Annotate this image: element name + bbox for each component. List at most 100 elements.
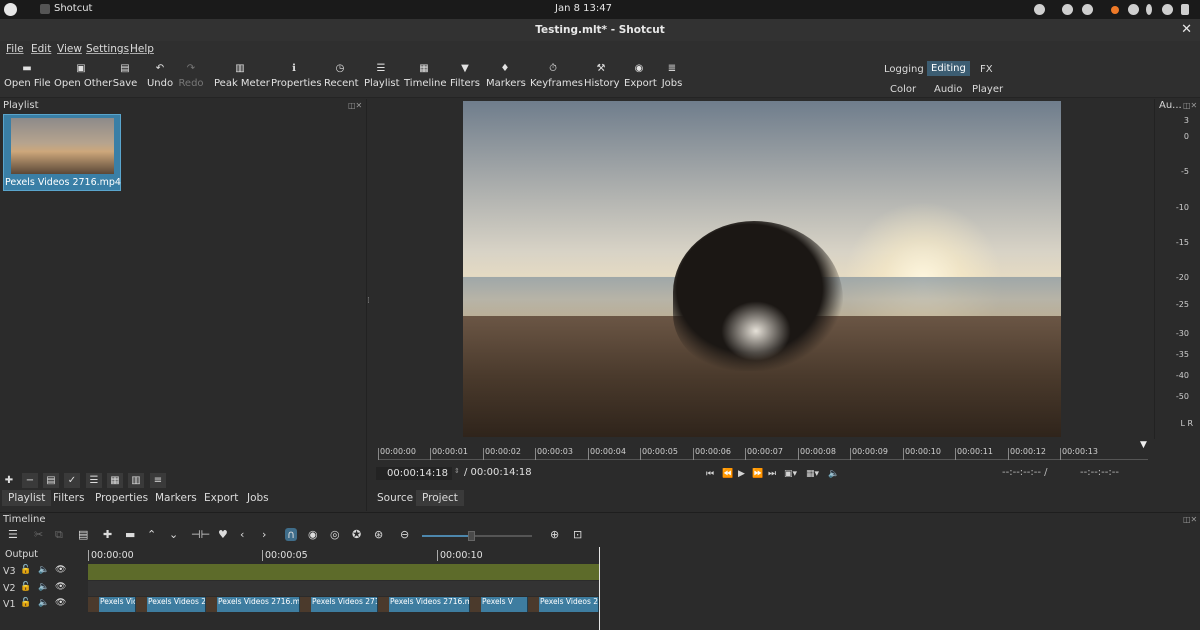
timeline-clip[interactable]: Pexels Vide	[88, 597, 136, 612]
tab-jobs[interactable]: Jobs	[241, 490, 275, 506]
ripple-icon[interactable]: ◎	[330, 528, 340, 541]
app-name[interactable]: Shotcut	[54, 3, 92, 14]
lock-icon[interactable]: 🔓	[20, 582, 31, 592]
cut-icon[interactable]: ✂	[34, 528, 43, 541]
icons-view-icon[interactable]: ▥	[128, 473, 144, 488]
lift-icon[interactable]: ⌃	[147, 528, 156, 541]
open-other-button[interactable]: ▣ Open Other	[54, 58, 112, 96]
lock-icon[interactable]: 🔓	[20, 598, 31, 608]
save-button[interactable]: ▤ Save	[112, 58, 138, 96]
timeline-clip[interactable]: Pexels Videos 2716	[136, 597, 206, 612]
zoom-in-icon[interactable]: ⊕	[550, 528, 559, 541]
skip-next-icon[interactable]: ⏭	[768, 469, 776, 479]
play-icon[interactable]: ▶	[738, 469, 745, 479]
properties-button[interactable]: ℹ Properties	[271, 58, 322, 96]
peak-meter-button[interactable]: ▥ Peak Meter	[214, 58, 270, 96]
battery-icon[interactable]	[1181, 4, 1189, 15]
filters-button[interactable]: ▼ Filters	[450, 58, 480, 96]
mute-icon[interactable]: 🔈	[38, 582, 49, 592]
markers-button[interactable]: ♦ Markers	[486, 58, 526, 96]
timecode-spin-icon[interactable]: ⇕	[454, 467, 460, 475]
volume-icon[interactable]: 🔈	[828, 469, 839, 479]
tray-check-icon[interactable]	[1082, 4, 1093, 15]
menu-file[interactable]: File	[6, 43, 24, 55]
track-lane-v3[interactable]	[88, 564, 599, 580]
volume-icon[interactable]	[1162, 4, 1173, 15]
zoom-out-icon[interactable]: ⊖	[400, 528, 409, 541]
zoom-slider-handle[interactable]	[468, 531, 475, 541]
rewind-icon[interactable]: ⏪	[722, 469, 733, 479]
eye-icon[interactable]: 👁	[55, 565, 66, 575]
open-file-button[interactable]: ▬ Open File	[4, 58, 51, 96]
tab-markers[interactable]: Markers	[149, 490, 203, 506]
lock-icon[interactable]: 🔓	[20, 565, 31, 575]
snap-icon[interactable]: ∩	[285, 528, 298, 541]
grid-icon[interactable]: ▦▾	[806, 469, 819, 479]
export-button[interactable]: ◉ Export	[624, 58, 657, 96]
wifi-icon[interactable]	[1128, 4, 1139, 15]
timeline-menu-icon[interactable]: ☰	[8, 528, 18, 541]
previous-marker-icon[interactable]: ‹	[240, 528, 244, 541]
menu-view[interactable]: View	[57, 43, 82, 55]
history-button[interactable]: ⚒ History	[584, 58, 620, 96]
add-icon[interactable]: ✚	[1, 473, 17, 488]
timeline-playhead[interactable]	[599, 547, 600, 630]
update-icon[interactable]: ▤	[43, 473, 59, 488]
zoom-icon[interactable]: ▣▾	[784, 469, 797, 479]
jobs-button[interactable]: ≣ Jobs	[660, 58, 684, 96]
append-icon[interactable]: ✚	[103, 528, 112, 541]
menu-edit[interactable]: Edit	[31, 43, 51, 55]
layout-editing-button[interactable]: Editing	[927, 61, 970, 76]
timeline-clip[interactable]: Pexels Videos 2716	[528, 597, 599, 612]
copy-icon[interactable]: ⧉	[55, 528, 63, 542]
fast-forward-icon[interactable]: ⏩	[752, 469, 763, 479]
mute-icon[interactable]: 🔈	[38, 565, 49, 575]
zoom-fit-icon[interactable]: ⊡	[573, 528, 582, 541]
screen-share-icon[interactable]	[1034, 4, 1045, 15]
track-lane-v2[interactable]	[88, 581, 599, 596]
timeline-clip[interactable]: Pexels V	[470, 597, 528, 612]
bluetooth-icon[interactable]	[1146, 4, 1152, 15]
keyframes-button[interactable]: ⏱ Keyframes	[530, 58, 583, 96]
layout-fx-button[interactable]: FX	[976, 62, 997, 77]
timeline-ruler[interactable]: 00:00:00 00:00:05 00:00:10	[88, 548, 600, 562]
layout-player-button[interactable]: Player	[968, 82, 1007, 97]
track-header-v2[interactable]: V2 🔓 🔈 👁	[0, 581, 88, 597]
splitter-handle[interactable]: ⁞	[367, 296, 370, 306]
tab-properties[interactable]: Properties	[89, 490, 154, 506]
zoom-slider[interactable]	[422, 531, 532, 541]
dock-float-close-icon[interactable]: ◫✕	[1183, 515, 1197, 524]
remove-icon[interactable]: −	[22, 473, 38, 488]
tray-d-icon[interactable]	[1062, 4, 1073, 15]
eye-icon[interactable]: 👁	[55, 582, 66, 592]
notification-dot-icon[interactable]	[1111, 6, 1119, 14]
layout-color-button[interactable]: Color	[886, 82, 920, 97]
tab-export[interactable]: Export	[198, 490, 244, 506]
tab-source[interactable]: Source	[371, 490, 419, 506]
system-clock[interactable]: Jan 8 13:47	[555, 3, 612, 14]
tab-playlist[interactable]: Playlist	[2, 490, 52, 506]
paste-icon[interactable]: ▤	[78, 528, 88, 541]
track-lane-v1[interactable]: Pexels Vide Pexels Videos 2716 Pexels Vi…	[88, 597, 599, 612]
player-scrubber[interactable]: 00:00:00 00:00:01 00:00:02 00:00:03 00:0…	[378, 440, 1148, 460]
dock-float-close-icon[interactable]: ◫✕	[1183, 101, 1197, 110]
overwrite-icon[interactable]: ⌄	[169, 528, 178, 541]
timeline-clip[interactable]: Pexels Videos 2716.mp4	[378, 597, 470, 612]
skip-previous-icon[interactable]: ⏮	[706, 469, 714, 479]
layout-logging-button[interactable]: Logging	[880, 62, 928, 77]
timeline-clip[interactable]: Pexels Videos 2716	[300, 597, 378, 612]
redo-button[interactable]: ↷ Redo	[178, 58, 204, 96]
remove-icon[interactable]: ▬	[125, 528, 135, 541]
activities-icon[interactable]	[4, 3, 17, 16]
layout-audio-button[interactable]: Audio	[930, 82, 966, 97]
menu-help[interactable]: Help	[130, 43, 154, 55]
track-header-v3[interactable]: V3 🔓 🔈 👁	[0, 564, 88, 580]
undo-button[interactable]: ↶ Undo	[145, 58, 175, 96]
dock-float-close-icon[interactable]: ◫✕	[348, 101, 362, 110]
timeline-button[interactable]: ▦ Timeline	[404, 58, 447, 96]
player-playhead-icon[interactable]: ▼	[1140, 440, 1147, 450]
split-icon[interactable]: ⊣⊢	[191, 528, 210, 541]
details-view-icon[interactable]: ☰	[86, 473, 102, 488]
tab-filters[interactable]: Filters	[47, 490, 90, 506]
position-timecode[interactable]: 00:00:14:18	[376, 467, 452, 480]
